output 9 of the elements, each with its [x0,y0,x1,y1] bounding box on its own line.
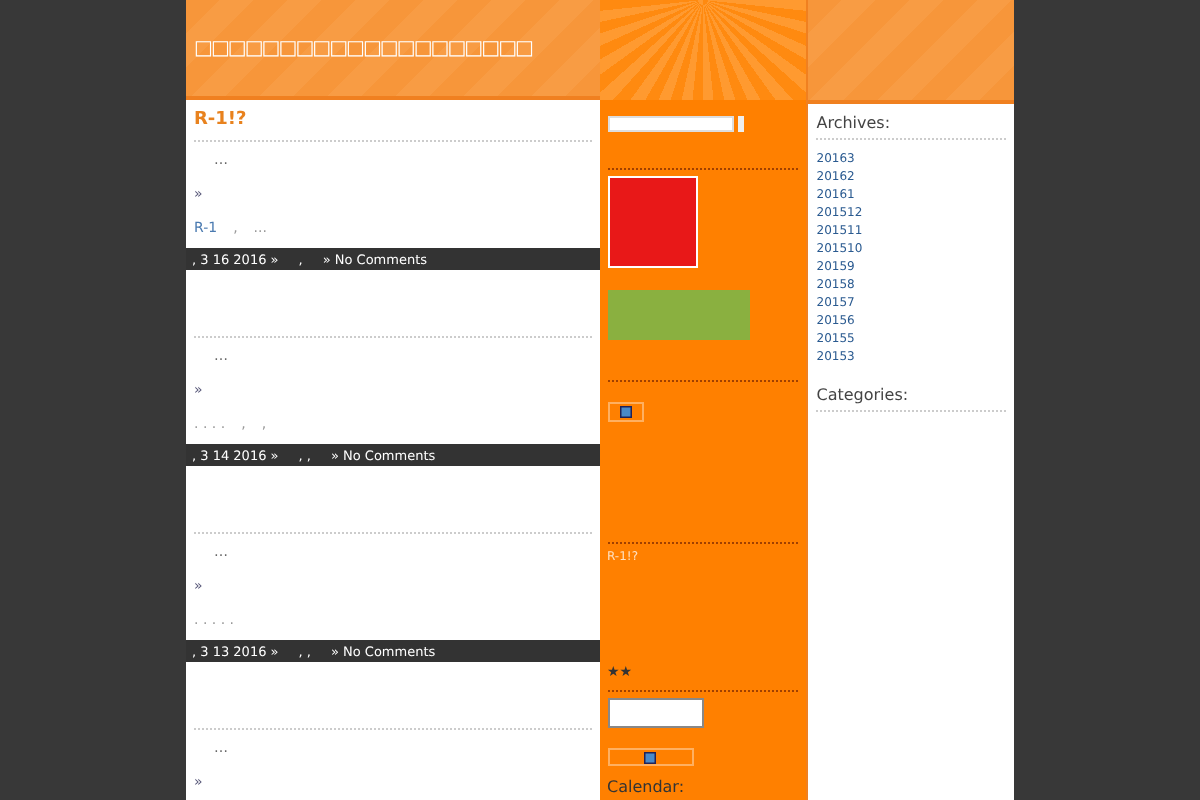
categories-heading: Categories: [816,386,911,404]
widget-button[interactable] [607,402,643,422]
calendar-heading: Calendar: [607,778,687,796]
archives-heading: Archives: [816,114,893,132]
small-square-icon [644,751,656,763]
small-square-icon [619,406,631,418]
search-field[interactable] [607,116,733,132]
ad-banner[interactable] [607,176,697,268]
search-button[interactable] [737,116,743,132]
